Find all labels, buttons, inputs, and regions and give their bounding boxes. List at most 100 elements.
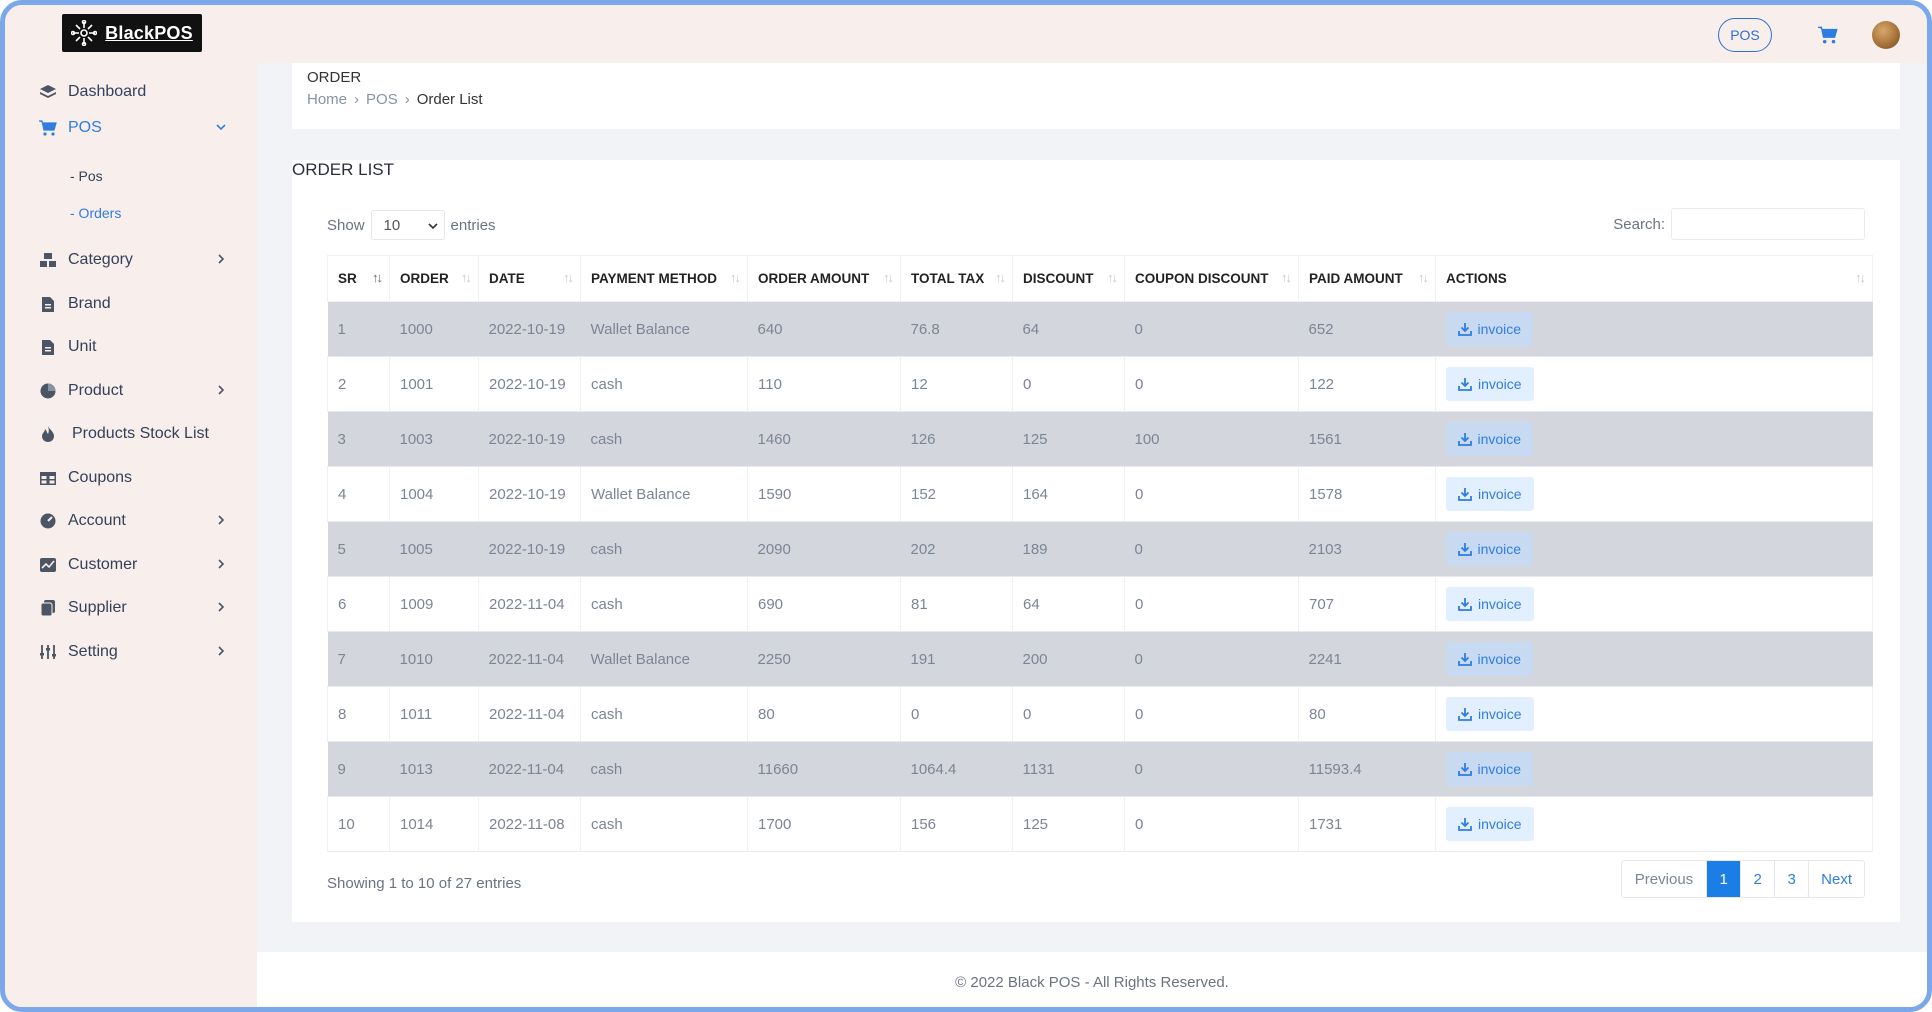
chevron-right-icon [213, 249, 229, 269]
brand-name: BlackPOS [105, 22, 193, 43]
download-icon [1457, 653, 1472, 666]
sidebar-item-label: Unit [68, 338, 97, 355]
cell-sr: 8 [327, 686, 390, 742]
cart-icon[interactable] [1817, 25, 1839, 45]
invoice-button[interactable]: invoice [1445, 312, 1534, 346]
sort-icon: ↑↓ [1107, 270, 1118, 285]
cell-order-amount: 2090 [747, 521, 901, 577]
cell-date: 2022-11-04 [478, 576, 581, 632]
breadcrumb-home[interactable]: Home [307, 91, 347, 108]
cell-paid-amount: 80 [1298, 686, 1436, 742]
sort-icon: ↑↓ [1855, 270, 1866, 285]
cell-order-amount: 11660 [747, 741, 901, 797]
sidebar-item-category[interactable]: Category [38, 246, 233, 274]
invoice-button[interactable]: invoice [1445, 642, 1534, 676]
sidebar-item-products-stock-list[interactable]: Products Stock List [38, 420, 233, 448]
cell-paid-amount: 2241 [1298, 631, 1436, 687]
invoice-button[interactable]: invoice [1445, 422, 1534, 456]
cell-payment-method: cash [580, 741, 748, 797]
search-input[interactable] [1671, 208, 1865, 240]
brand-logo[interactable]: BlackPOS [62, 14, 202, 52]
sidebar-item-product[interactable]: Product [38, 377, 233, 405]
sidebar-item-account[interactable]: Account [38, 507, 233, 535]
cell-payment-method: cash [580, 576, 748, 632]
invoice-button[interactable]: invoice [1446, 807, 1534, 841]
cell-coupon-discount: 0 [1124, 301, 1299, 357]
pagination-previous[interactable]: Previous [1622, 861, 1708, 897]
invoice-button[interactable]: invoice [1445, 532, 1534, 566]
pagination-next[interactable]: Next [1809, 861, 1864, 897]
sidebar-item-unit[interactable]: Unit [38, 333, 233, 361]
sort-icon: ↑↓ [1281, 270, 1292, 285]
sidebar: BlackPOS Dashboard POS - Pos - Orders Ca… [5, 5, 257, 1007]
copyright-text: © 2022 Black POS - All Rights Reserved. [955, 973, 1229, 991]
invoice-button-label: invoice [1478, 596, 1522, 612]
invoice-button[interactable]: invoice [1446, 477, 1534, 511]
pagination-page-2[interactable]: 2 [1741, 861, 1776, 897]
cell-order-amount: 1460 [747, 411, 901, 467]
column-header-order-amount[interactable]: ORDER AMOUNT ↑↓ [747, 255, 901, 302]
cell-actions: invoice [1435, 576, 1873, 632]
download-icon [1457, 543, 1472, 556]
cell-sr: 4 [327, 466, 390, 522]
sidebar-item-pos[interactable]: POS [38, 114, 233, 142]
pagination-page-3[interactable]: 3 [1775, 861, 1810, 897]
cell-actions: invoice [1435, 741, 1873, 797]
invoice-button[interactable]: invoice [1446, 587, 1534, 621]
top-bar: POS [257, 5, 1927, 63]
sidebar-item-customer[interactable]: Customer [38, 551, 233, 579]
sidebar-item-setting[interactable]: Setting [38, 638, 233, 666]
download-icon [1458, 708, 1472, 721]
cell-sr: 9 [327, 741, 390, 797]
sidebar-item-brand[interactable]: Brand [38, 290, 233, 318]
cell-date: 2022-10-19 [478, 301, 581, 357]
cell-discount: 0 [1012, 356, 1125, 412]
cell-date: 2022-10-19 [478, 466, 581, 522]
entries-select[interactable]: 10 [370, 210, 445, 240]
sidebar-subitem-pos[interactable]: - Pos [70, 168, 103, 184]
column-header-actions[interactable]: ACTIONS ↑↓ [1435, 255, 1873, 302]
cell-discount: 125 [1012, 796, 1125, 852]
cell-order: 1010 [389, 631, 479, 687]
cell-payment-method: cash [580, 411, 748, 467]
cell-coupon-discount: 0 [1124, 576, 1299, 632]
pagination-page-1[interactable]: 1 [1707, 861, 1742, 897]
sidebar-item-dashboard[interactable]: Dashboard [38, 78, 233, 106]
cell-order-amount: 690 [747, 576, 901, 632]
column-header-total-tax[interactable]: TOTAL TAX ↑↓ [900, 255, 1013, 302]
cell-order: 1000 [389, 301, 479, 357]
show-label: Show [327, 216, 365, 234]
column-header-coupon-discount[interactable]: COUPON DISCOUNT ↑↓ [1124, 255, 1299, 302]
invoice-button[interactable]: invoice [1446, 697, 1534, 731]
pos-button[interactable]: POS [1718, 18, 1772, 52]
cell-paid-amount: 1578 [1298, 466, 1436, 522]
sidebar-subitem-orders[interactable]: - Orders [70, 205, 121, 221]
cell-paid-amount: 652 [1298, 301, 1436, 357]
sidebar-item-coupons[interactable]: Coupons [38, 464, 233, 492]
cell-sr: 2 [327, 356, 390, 412]
column-header-payment-method[interactable]: PAYMENT METHOD ↑↓ [580, 255, 748, 302]
column-header-discount[interactable]: DISCOUNT ↑↓ [1012, 255, 1125, 302]
cell-actions: invoice [1435, 356, 1873, 412]
table-body: 1 1000 2022-10-19 Wallet Balance 640 76.8 64 0 6… [327, 301, 1873, 852]
column-header-paid-amount[interactable]: PAID AMOUNT ↑↓ [1298, 255, 1436, 302]
cell-sr: 1 [327, 301, 390, 357]
sidebar-item-supplier[interactable]: Supplier [38, 594, 233, 622]
table-search: Search: [1613, 208, 1865, 240]
invoice-button-label: invoice [1478, 486, 1522, 502]
cell-payment-method: cash [580, 796, 748, 852]
column-header-sr[interactable]: SR ↑↓ [327, 255, 390, 302]
invoice-button[interactable]: invoice [1445, 752, 1534, 786]
avatar[interactable] [1872, 21, 1900, 49]
cell-discount: 200 [1012, 631, 1125, 687]
column-header-order[interactable]: ORDER ↑↓ [389, 255, 479, 302]
category-icon [38, 250, 58, 270]
cell-order: 1014 [389, 796, 479, 852]
cell-actions: invoice [1435, 631, 1873, 687]
column-header-date[interactable]: DATE ↑↓ [478, 255, 581, 302]
cell-date: 2022-10-19 [478, 411, 581, 467]
sort-asc-icon: ↑↓ [372, 270, 383, 285]
invoice-button-label: invoice [1477, 651, 1522, 667]
invoice-button[interactable]: invoice [1446, 367, 1534, 401]
breadcrumb-pos[interactable]: POS [366, 91, 398, 108]
